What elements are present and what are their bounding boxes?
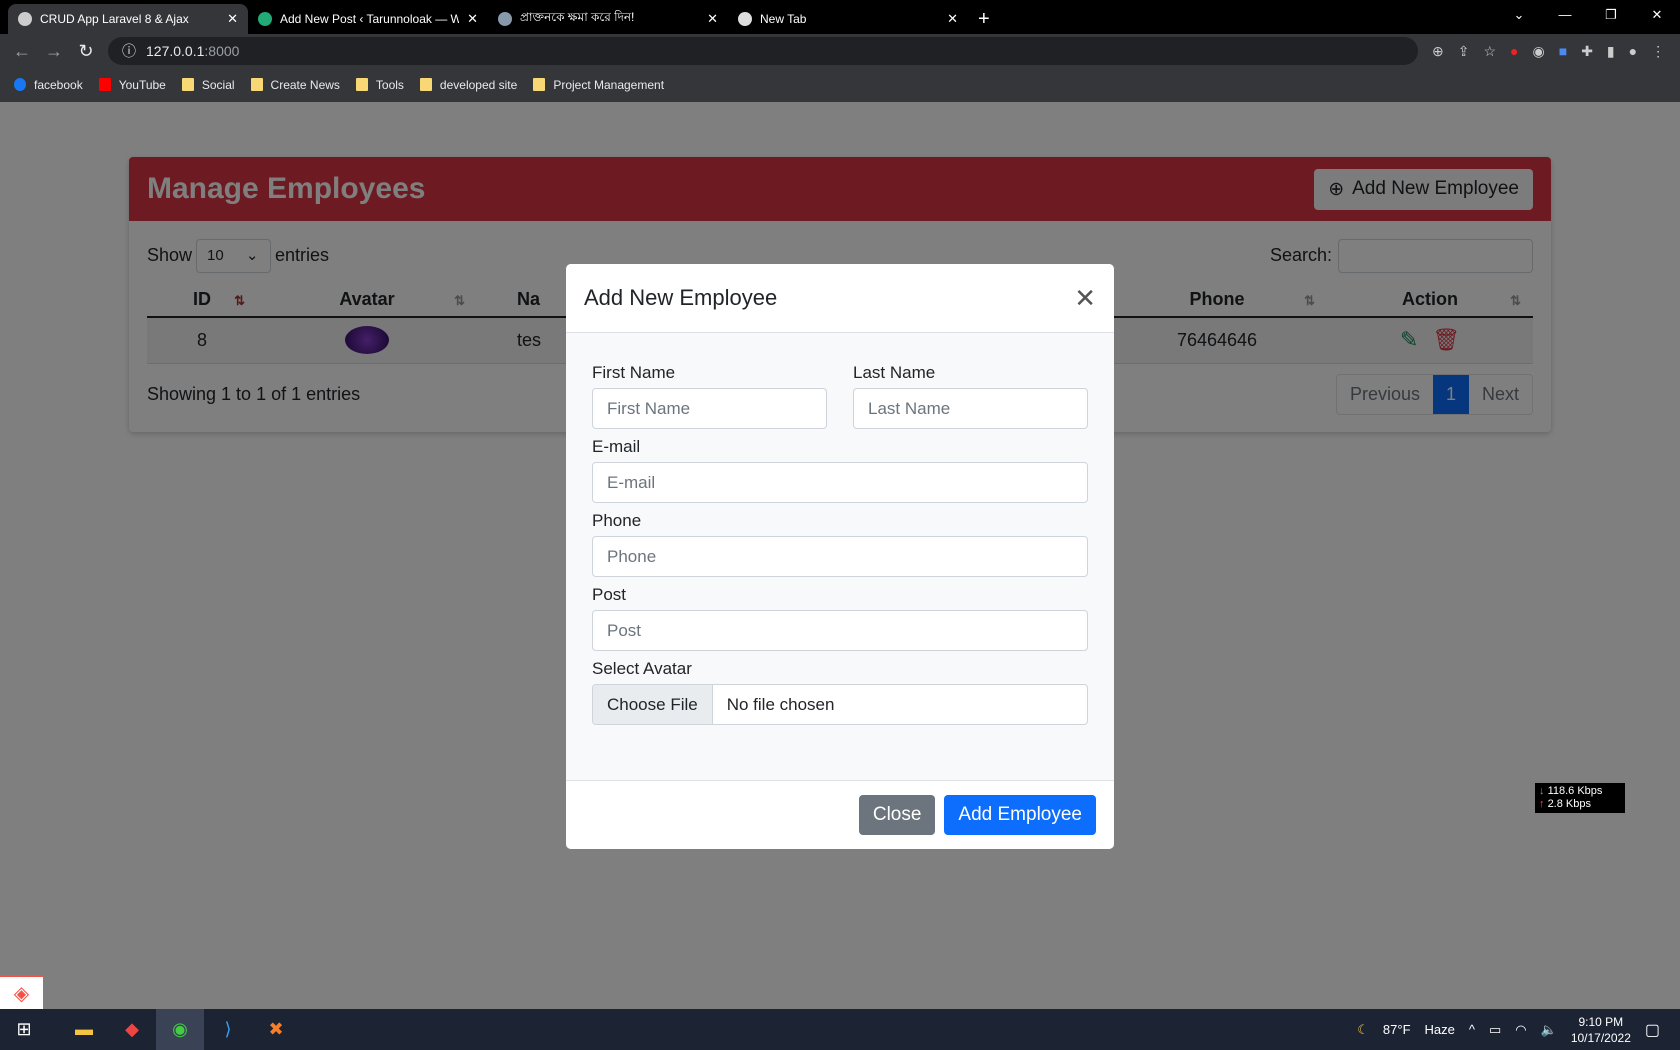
reload-icon[interactable]: ↻ [70, 41, 102, 62]
wifi-icon[interactable]: ◠ [1515, 1022, 1526, 1038]
zoom-icon[interactable]: ⊕ [1432, 43, 1444, 60]
star-icon[interactable]: ☆ [1483, 43, 1496, 60]
chrome-icon[interactable]: ◉ [156, 1009, 204, 1050]
puzzle-icon[interactable]: ✚ [1581, 43, 1593, 60]
volume-icon[interactable]: 🔈 [1541, 1022, 1557, 1038]
bookmark-facebook[interactable]: facebook [14, 78, 83, 92]
add-employee-button[interactable]: Add Employee [944, 795, 1096, 835]
choose-file-button[interactable]: Choose File [593, 685, 713, 724]
back-icon[interactable]: ← [6, 41, 38, 62]
new-tab-button[interactable]: + [978, 4, 990, 34]
bookmark-tools[interactable]: Tools [355, 78, 404, 92]
vscode-icon[interactable]: ⟩ [204, 1009, 252, 1050]
weather-icon[interactable]: ☾ [1357, 1022, 1369, 1038]
translate-icon[interactable]: ■ [1559, 43, 1567, 60]
close-window-button[interactable]: ✕ [1634, 0, 1680, 30]
close-tab-icon[interactable]: ✕ [227, 11, 238, 27]
tab-crud-app[interactable]: CRUD App Laravel 8 & Ajax ✕ [8, 4, 248, 34]
close-icon[interactable]: ✕ [1074, 283, 1096, 314]
avatar[interactable]: ● [1629, 43, 1637, 60]
first-name-input[interactable]: First Name [592, 388, 827, 429]
tab-bangla-article[interactable]: প্রাক্তনকে ক্ষমা করে দিন! ✕ [488, 4, 728, 34]
laravel-icon[interactable]: ◈ [0, 975, 43, 1009]
email-input[interactable]: E-mail [592, 462, 1088, 503]
bookmark-developed-site[interactable]: developed site [419, 78, 517, 92]
close-tab-icon[interactable]: ✕ [707, 11, 718, 27]
file-explorer-icon[interactable]: ▬ [60, 1009, 108, 1050]
tab-strip: CRUD App Laravel 8 & Ajax ✕ Add New Post … [0, 0, 1680, 34]
phone-input[interactable]: Phone [592, 536, 1088, 577]
windows-start-icon[interactable]: ⊞ [0, 1009, 48, 1050]
modal-title: Add New Employee [584, 285, 778, 310]
chrome-icon [738, 12, 752, 26]
tab-search-icon[interactable]: ⌄ [1496, 0, 1542, 30]
site-icon [258, 12, 272, 26]
restore-button[interactable]: ❐ [1588, 0, 1634, 30]
clock[interactable]: 9:10 PM 10/17/2022 [1571, 1014, 1631, 1046]
globe-icon [18, 12, 32, 26]
address-bar[interactable]: ⓘ 127.0.0.1:8000 [108, 37, 1418, 65]
close-tab-icon[interactable]: ✕ [947, 11, 958, 27]
camera-icon[interactable]: ◉ [1533, 43, 1545, 60]
network-speed-widget: ↓ 118.6 Kbps ↑ 2.8 Kbps [1535, 783, 1625, 813]
meet-icon[interactable]: ▭ [1489, 1022, 1501, 1038]
taskbar: ⊞ ▬ ◆ ◉ ⟩ ✖ ☾ 87°F Haze ^ ▭ ◠ 🔈 9:10 PM 1… [0, 1009, 1680, 1050]
tab-add-new-post[interactable]: Add New Post ‹ Tarunnoloak — W ✕ [248, 4, 488, 34]
xampp-icon[interactable]: ✖ [252, 1009, 300, 1050]
add-employee-modal: Add New Employee ✕ First Name First Name L… [566, 264, 1114, 849]
last-name-input[interactable]: Last Name [853, 388, 1088, 429]
tab-new-tab[interactable]: New Tab ✕ [728, 4, 968, 34]
bookmark-youtube[interactable]: YouTube [98, 78, 166, 92]
bookmark-project-management[interactable]: Project Management [533, 78, 664, 92]
close-tab-icon[interactable]: ✕ [467, 11, 478, 27]
close-button[interactable]: Close [858, 795, 936, 835]
bookmark-create-news[interactable]: Create News [250, 78, 340, 92]
sidepanel-icon[interactable]: ▮ [1607, 43, 1615, 60]
extension-icon[interactable]: ● [1510, 43, 1518, 60]
info-icon: ⓘ [122, 43, 136, 59]
site-icon [498, 12, 512, 26]
chevron-up-icon[interactable]: ^ [1469, 1022, 1475, 1037]
menu-icon[interactable]: ⋮ [1651, 43, 1665, 60]
toolbar: ← → ↻ ⓘ 127.0.0.1:8000 ⊕ ⇪ ☆ ● ◉ ■ ✚ ▮ ● ⋮ [0, 34, 1680, 68]
bookmark-social[interactable]: Social [181, 78, 235, 92]
share-icon[interactable]: ⇪ [1458, 43, 1470, 60]
post-input[interactable]: Post [592, 610, 1088, 651]
avatar-file-input[interactable]: Choose File No file chosen [592, 684, 1088, 725]
forward-icon[interactable]: → [38, 41, 70, 62]
bookmarks-bar: facebook YouTube Social Create News Tool… [0, 68, 1680, 102]
minimize-button[interactable]: — [1542, 0, 1588, 30]
notification-icon[interactable]: ▢ [1645, 1020, 1660, 1040]
app-icon[interactable]: ◆ [108, 1009, 156, 1050]
